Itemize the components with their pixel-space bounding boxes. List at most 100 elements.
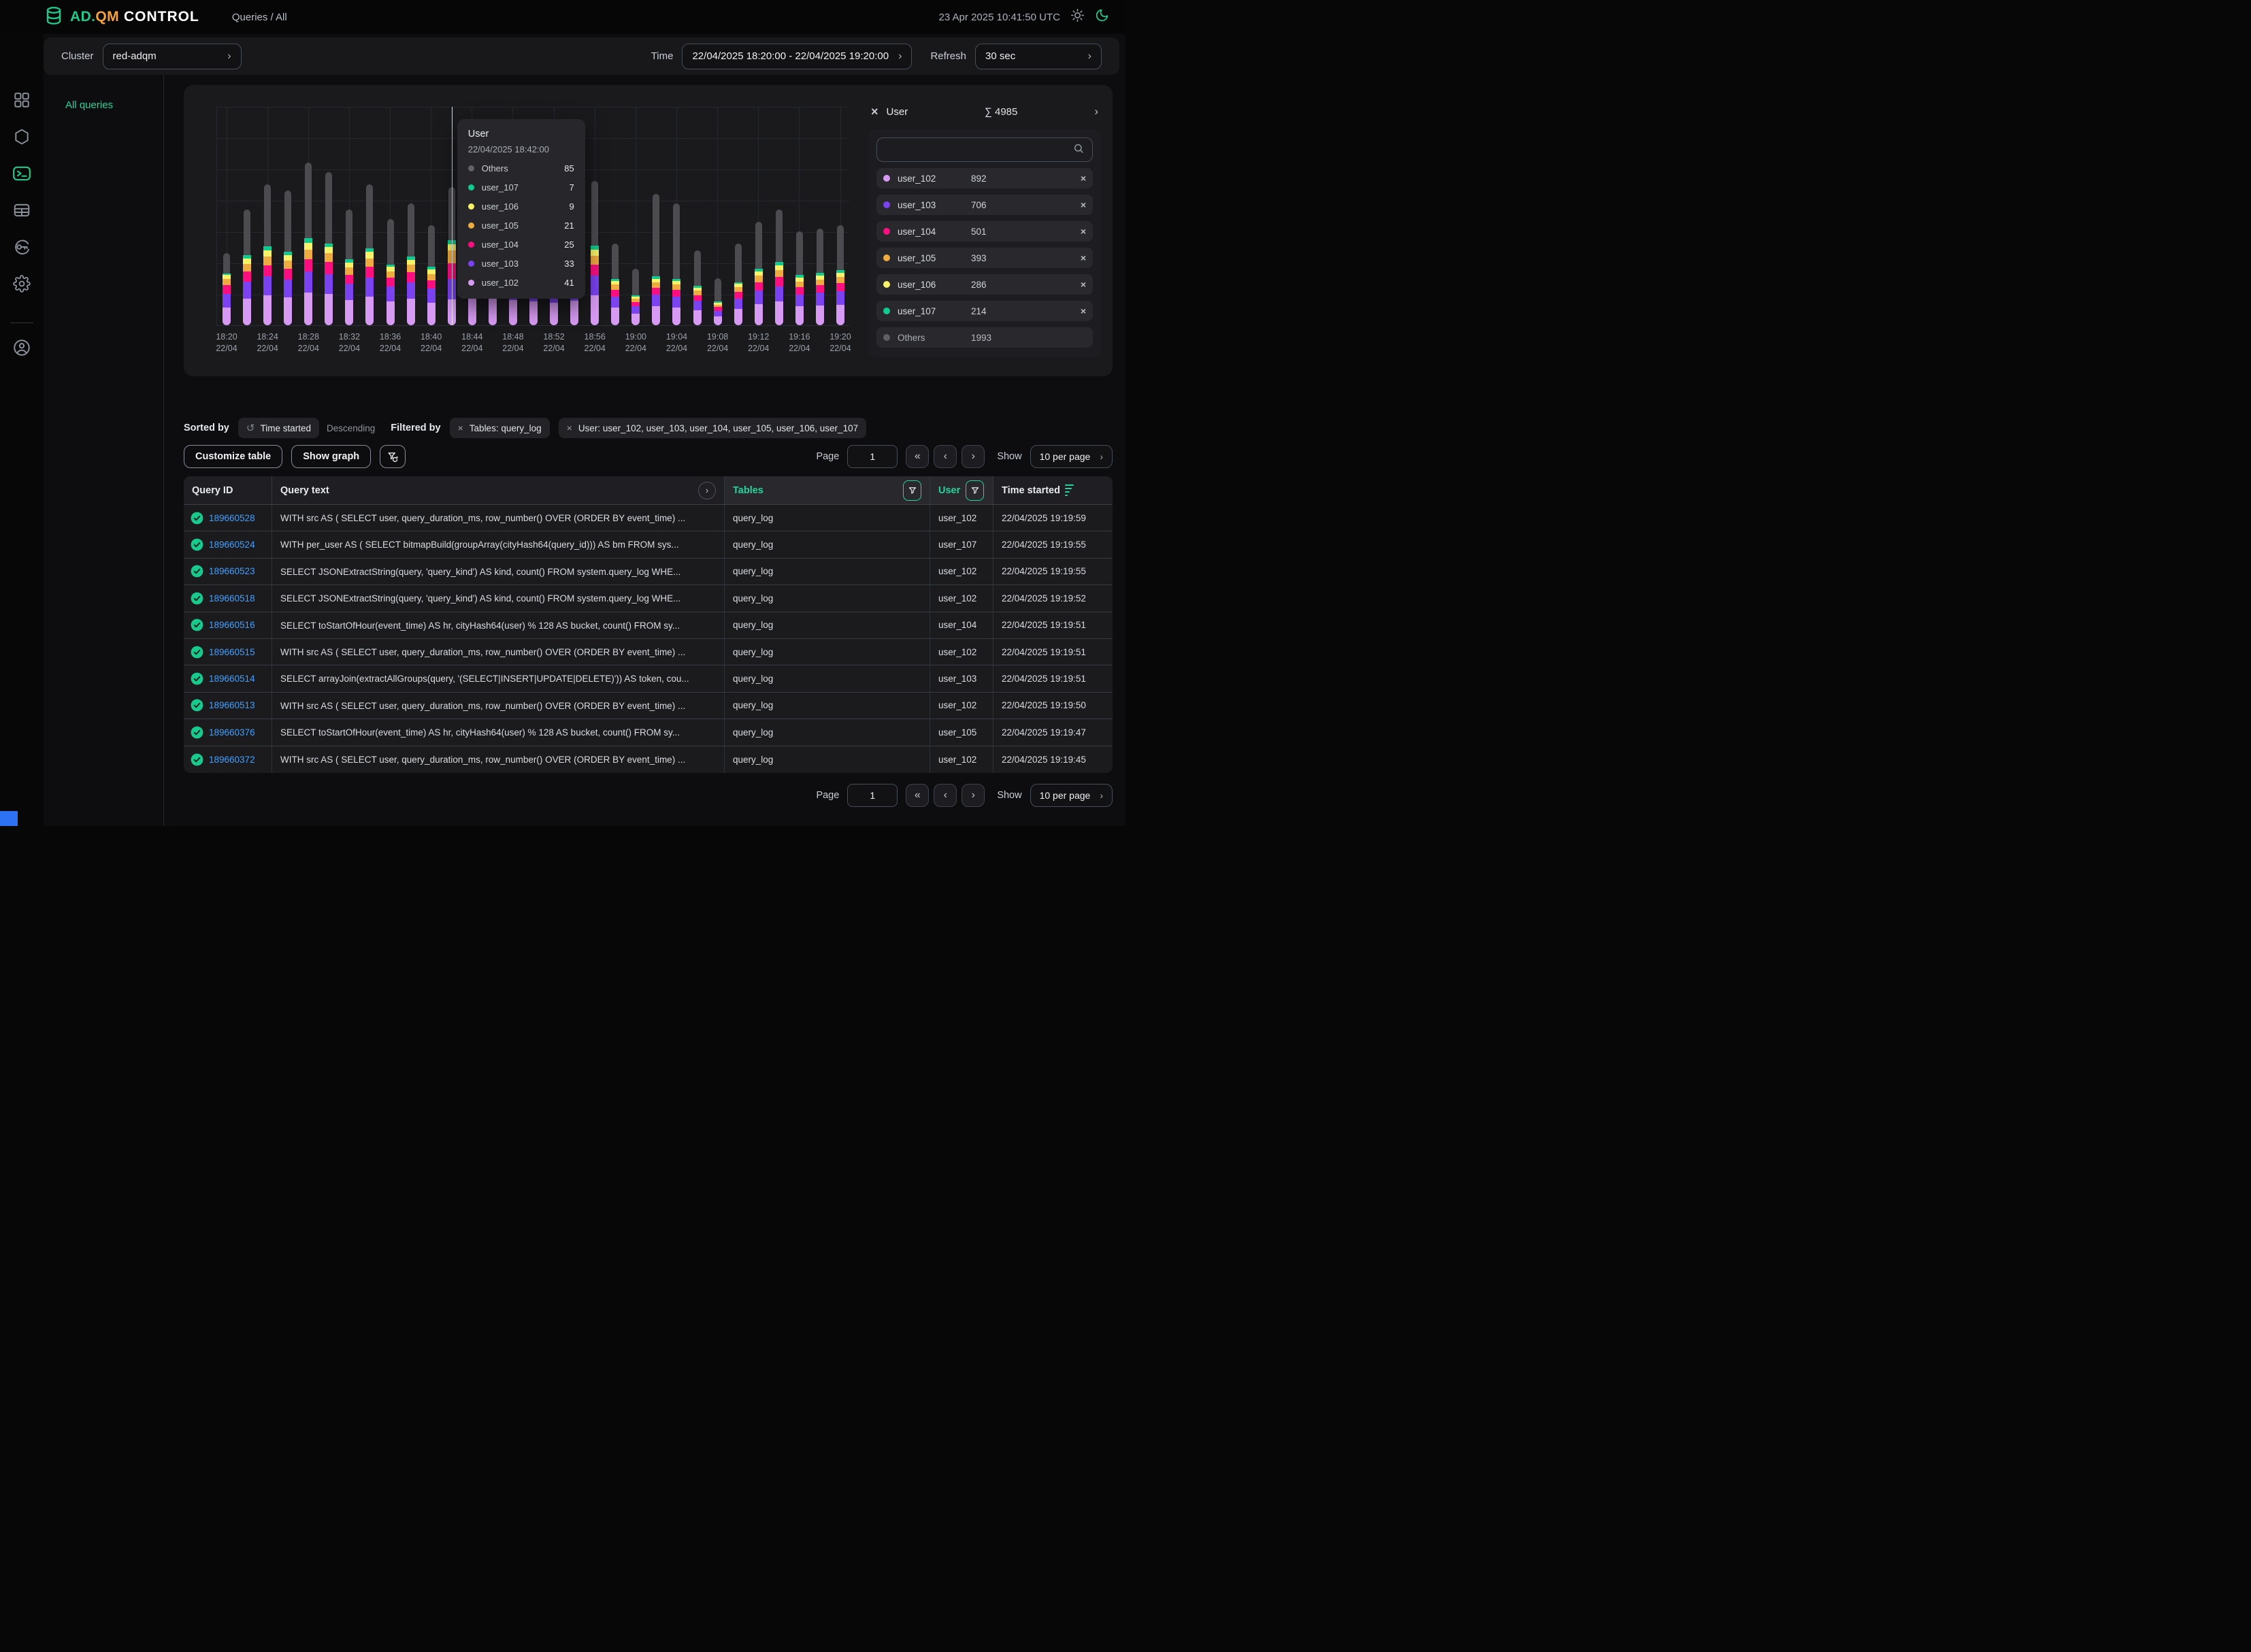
user-filter-item[interactable]: user_103706× (876, 195, 1093, 215)
query-id-link[interactable]: 189660524 (209, 540, 255, 550)
first-page-button[interactable]: « (906, 784, 929, 807)
column-header-query-text[interactable]: Query text › (272, 476, 725, 504)
chart-bar[interactable] (591, 181, 599, 325)
chart-bar[interactable] (734, 244, 742, 325)
remove-user-filter-button[interactable]: × (1081, 305, 1086, 316)
query-id-link[interactable]: 189660523 (209, 566, 255, 576)
chart-bar[interactable] (836, 225, 844, 325)
remove-filter-icon[interactable]: × (567, 423, 572, 433)
chart-bar[interactable] (652, 194, 660, 325)
close-icon[interactable]: × (871, 105, 878, 119)
chart-bar[interactable] (223, 253, 231, 325)
chart-bar[interactable] (755, 222, 763, 325)
chart-bar-segment-user_105 (365, 259, 374, 267)
user-filter-item[interactable]: user_105393× (876, 248, 1093, 268)
sidebar-item-settings[interactable] (13, 275, 31, 293)
column-header-tables[interactable]: Tables (725, 476, 930, 504)
query-id-link[interactable]: 189660376 (209, 727, 255, 738)
remove-filter-icon[interactable]: × (458, 423, 463, 433)
sidebar-item-cluster[interactable] (13, 128, 31, 146)
sort-chip[interactable]: ↺ Time started (238, 418, 319, 438)
remove-user-filter-button[interactable]: × (1081, 226, 1086, 237)
tables-filter-icon[interactable] (903, 480, 921, 501)
remove-user-filter-button[interactable]: × (1081, 252, 1086, 263)
chart-bar[interactable] (263, 184, 272, 325)
per-page-select[interactable]: 10 per page › (1030, 784, 1113, 807)
column-header-time-started[interactable]: Time started (993, 476, 1113, 504)
chart-bar[interactable] (672, 203, 680, 325)
next-page-button[interactable]: › (962, 445, 985, 468)
time-range-select[interactable]: 22/04/2025 18:20:00 - 22/04/2025 19:20:0… (682, 44, 912, 69)
prev-page-button[interactable]: ‹ (934, 445, 957, 468)
user-filter-item[interactable]: user_106286× (876, 274, 1093, 295)
remove-user-filter-button[interactable]: × (1081, 199, 1086, 210)
query-id-cell: 189660528 (184, 505, 272, 531)
column-header-user[interactable]: User (930, 476, 993, 504)
query-id-link[interactable]: 189660514 (209, 674, 255, 684)
sidebar-item-access-keys[interactable] (13, 238, 31, 256)
show-graph-button[interactable]: Show graph (291, 445, 371, 468)
user-search-input[interactable] (885, 144, 1073, 155)
user-filter-item[interactable]: Others1993 (876, 327, 1093, 348)
next-page-button[interactable]: › (962, 784, 985, 807)
chart-bar[interactable] (243, 210, 251, 325)
remove-user-filter-button[interactable]: × (1081, 279, 1086, 290)
chart-bar[interactable] (365, 184, 374, 325)
filter-chip[interactable]: ×Tables: query_log (450, 418, 550, 438)
chart-bar[interactable] (631, 269, 640, 325)
cluster-select[interactable]: red-adqm › (103, 44, 242, 69)
page-number-input[interactable] (847, 445, 898, 468)
chart-bar[interactable] (775, 210, 783, 325)
query-id-link[interactable]: 189660372 (209, 755, 255, 765)
chart-bar[interactable] (387, 219, 395, 325)
x-axis-label: 18:5622/04 (574, 331, 615, 354)
column-header-query-id[interactable]: Query ID (184, 476, 272, 504)
query-id-link[interactable]: 189660513 (209, 700, 255, 710)
sidebar-item-tables[interactable] (13, 201, 31, 219)
dark-theme-moon-icon[interactable] (1095, 8, 1109, 26)
x-axis-date: 22/04 (288, 343, 329, 354)
tables-cell: query_log (725, 693, 930, 718)
chart-bar[interactable] (407, 203, 415, 325)
reset-filters-button[interactable] (380, 445, 406, 468)
sidebar-item-queries[interactable] (12, 165, 31, 182)
customize-table-button[interactable]: Customize table (184, 445, 282, 468)
user-filter-item[interactable]: user_107214× (876, 301, 1093, 321)
chart-bar[interactable] (693, 250, 702, 325)
per-page-select[interactable]: 10 per page › (1030, 445, 1113, 468)
sidebar-item-dashboard[interactable] (13, 91, 31, 109)
database-logo-icon (44, 5, 64, 29)
chart-bar[interactable] (304, 163, 312, 325)
query-id-link[interactable]: 189660518 (209, 593, 255, 604)
refresh-select[interactable]: 30 sec › (975, 44, 1102, 69)
sidebar-item-all-queries[interactable]: All queries (44, 75, 163, 111)
page-number-input[interactable] (847, 784, 898, 807)
breadcrumb[interactable]: Queries / All (232, 12, 287, 23)
chart-bar[interactable] (795, 231, 804, 325)
query-id-link[interactable]: 189660516 (209, 620, 255, 630)
chart-bar[interactable] (714, 278, 722, 325)
filter-chip[interactable]: ×User: user_102, user_103, user_104, use… (559, 418, 866, 438)
chart-bar[interactable] (816, 229, 824, 325)
light-theme-sun-icon[interactable] (1070, 8, 1085, 26)
brand-logo[interactable]: AD.QMCONTROL (44, 5, 199, 29)
query-id-link[interactable]: 189660515 (209, 647, 255, 657)
expand-column-button[interactable]: › (698, 482, 716, 499)
remove-user-filter-button[interactable]: × (1081, 173, 1086, 184)
chart-bar[interactable] (325, 172, 333, 325)
prev-page-button[interactable]: ‹ (934, 784, 957, 807)
chart-bar[interactable] (345, 210, 353, 325)
user-filter-icon[interactable] (966, 480, 984, 501)
user-filter-item[interactable]: user_102892× (876, 168, 1093, 188)
reset-sort-icon[interactable]: ↺ (246, 422, 255, 434)
chevron-right-icon[interactable]: › (1094, 105, 1098, 118)
sort-direction[interactable]: Descending (327, 423, 375, 433)
chart-bar[interactable] (284, 191, 292, 325)
chart-bar-segment-user_104 (775, 277, 783, 286)
user-filter-item[interactable]: user_104501× (876, 221, 1093, 242)
user-profile-icon[interactable] (12, 338, 31, 357)
query-id-link[interactable]: 189660528 (209, 513, 255, 523)
first-page-button[interactable]: « (906, 445, 929, 468)
chart-bar[interactable] (427, 225, 436, 325)
chart-bar[interactable] (611, 244, 619, 325)
